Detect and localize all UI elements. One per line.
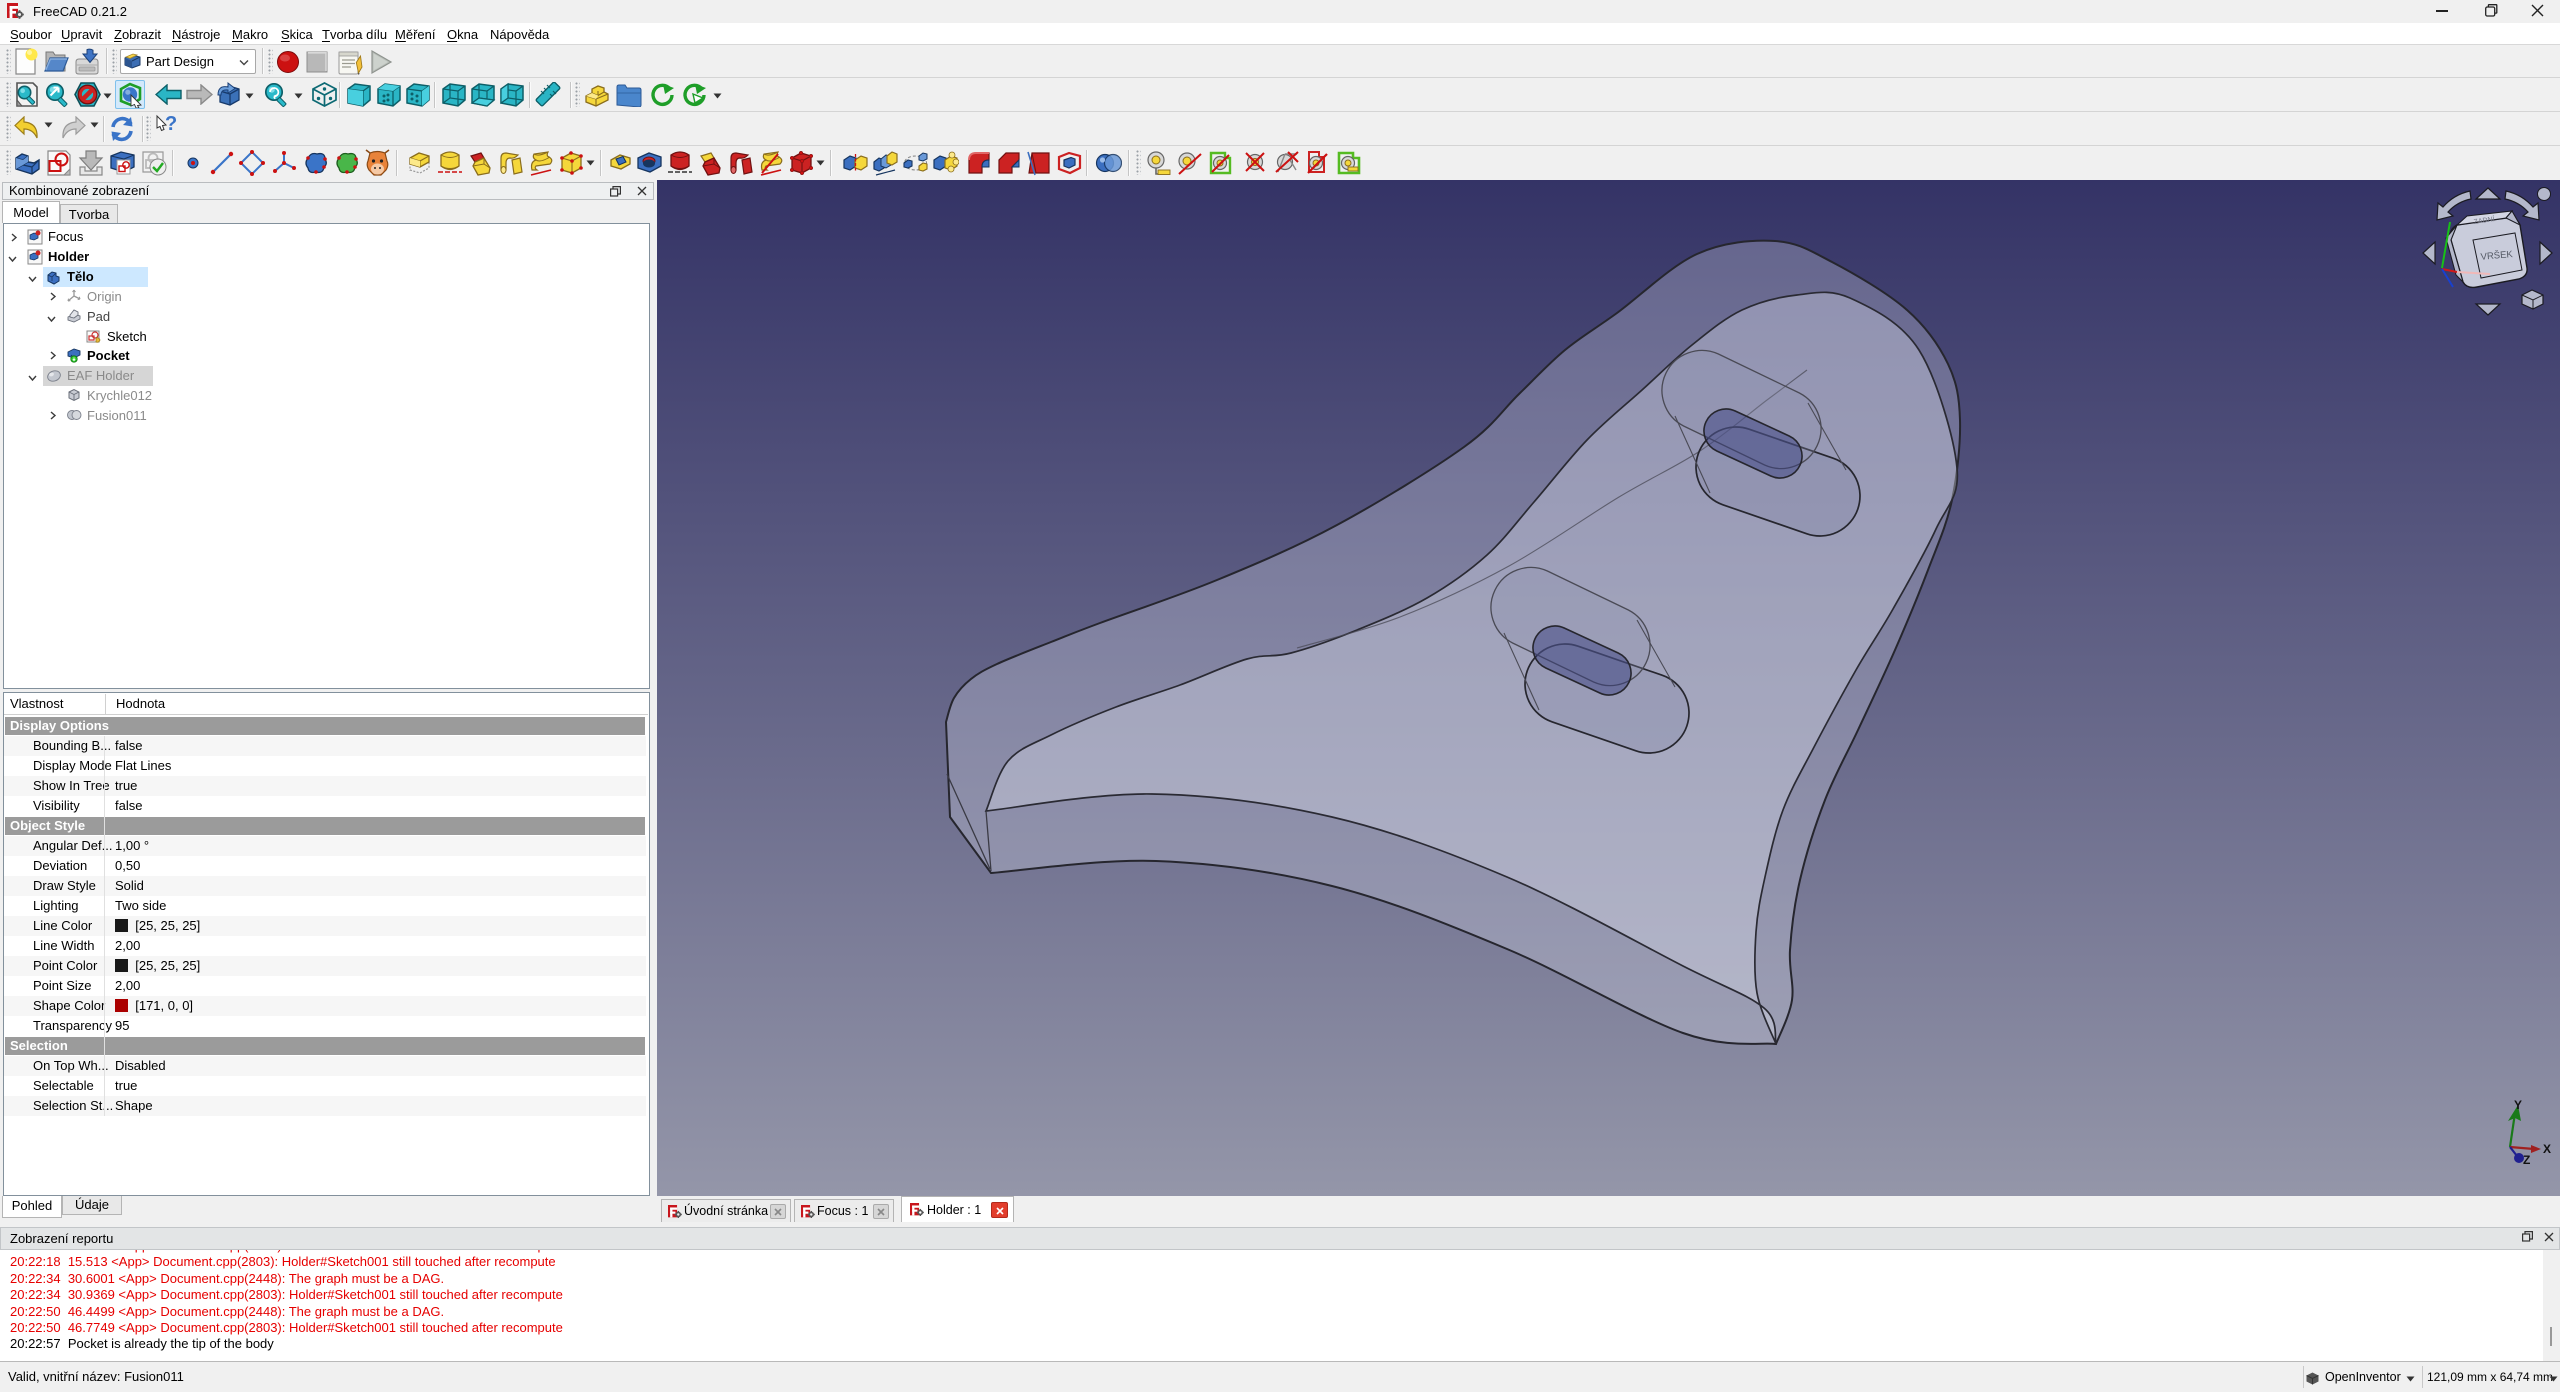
svg-text:Z: Z: [2523, 1153, 2530, 1167]
svg-text:Y: Y: [2514, 1098, 2522, 1112]
svg-text:X: X: [2543, 1142, 2551, 1156]
svg-text:?: ?: [165, 114, 177, 135]
